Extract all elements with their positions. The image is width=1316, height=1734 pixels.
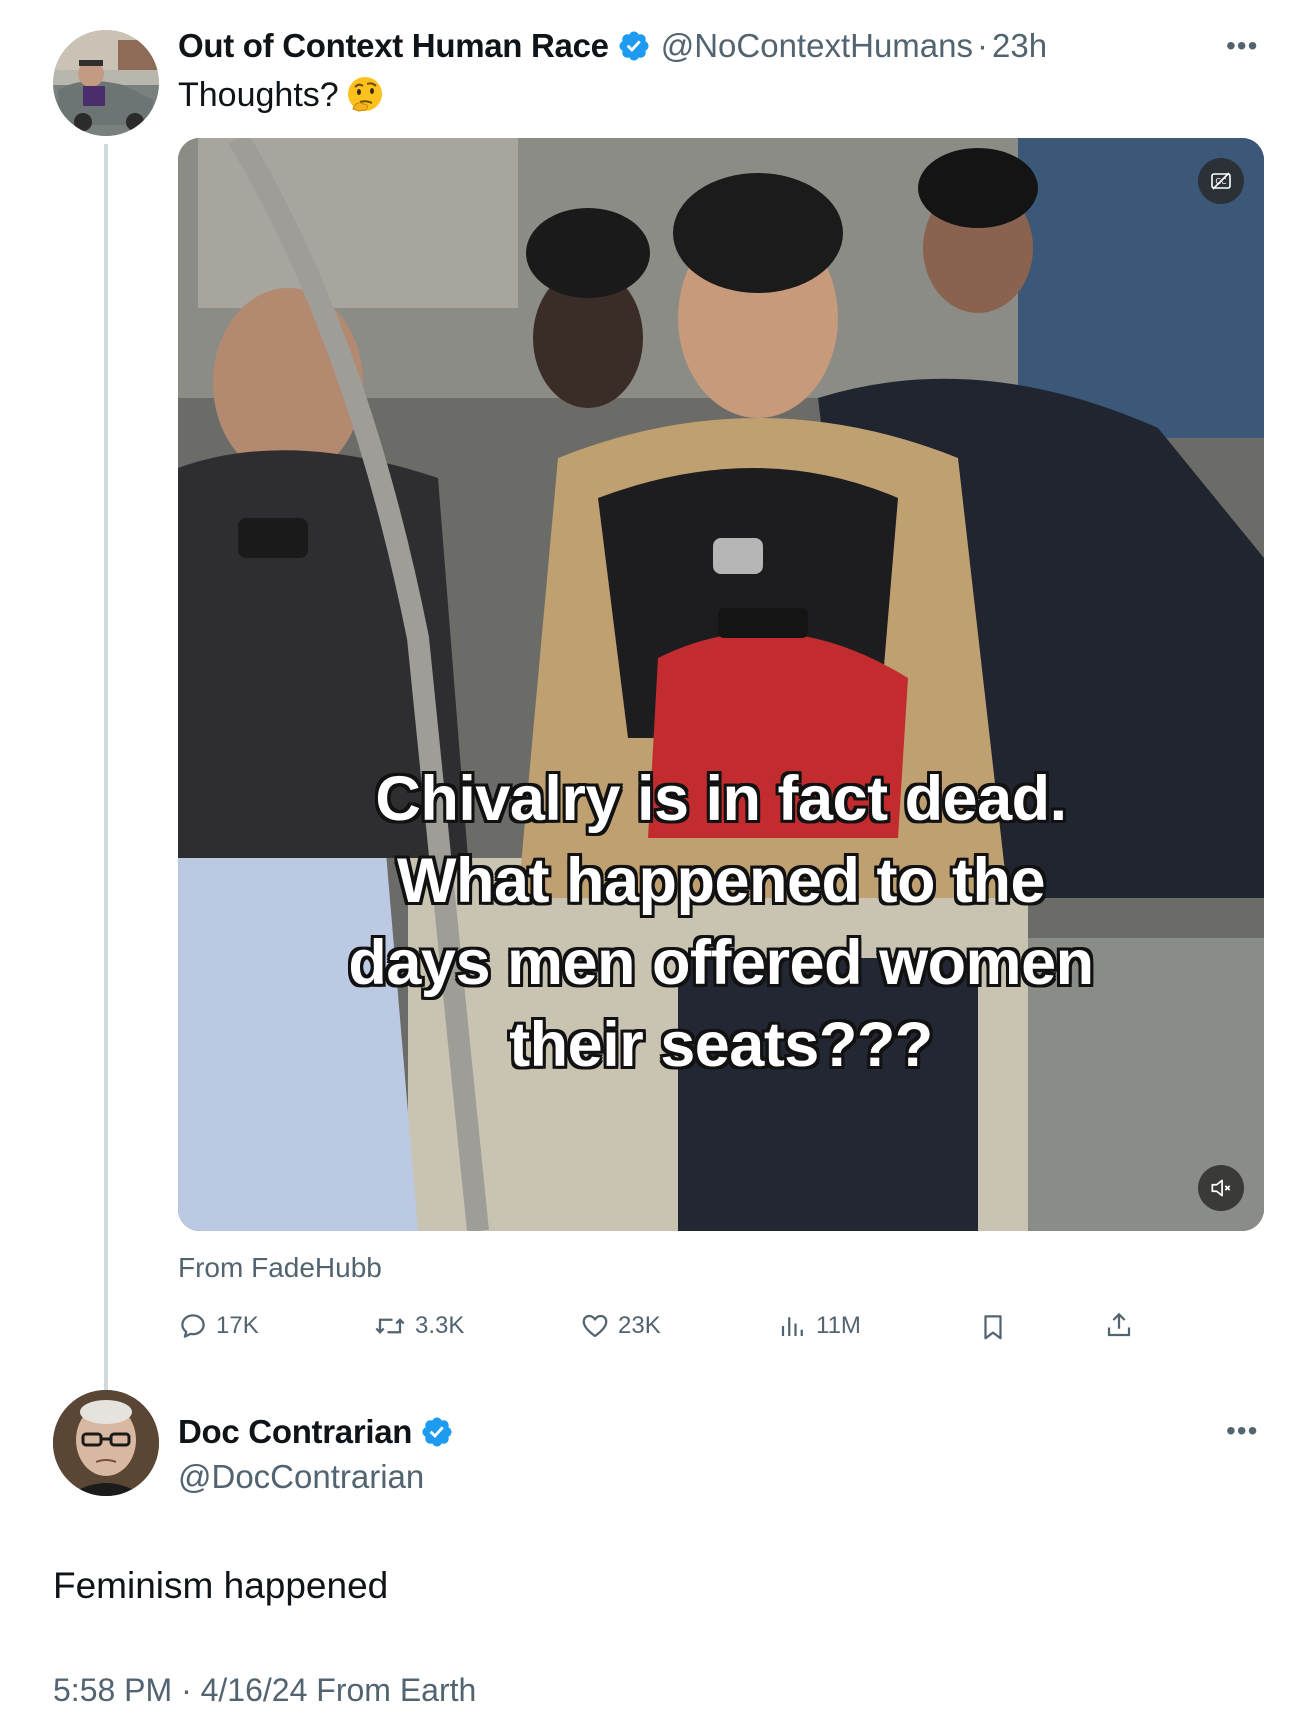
post-timestamp[interactable]: 5:58 PM · 4/16/24 From Earth	[53, 1672, 476, 1709]
repost-count: 3.3K	[415, 1312, 465, 1339]
caption-line: What happened to the	[397, 846, 1045, 916]
display-name[interactable]: Doc Contrarian	[178, 1413, 412, 1451]
original-tweet-text: Thoughts?	[178, 72, 385, 118]
tweet-text: Thoughts?	[178, 75, 339, 114]
captions-button[interactable]: CC	[1198, 158, 1244, 204]
tweet-video[interactable]: Chivalry is in fact dead. What happened …	[178, 138, 1264, 1231]
more-options-icon[interactable]: •••	[1226, 1415, 1258, 1447]
repost-icon	[375, 1318, 405, 1334]
avatar-image	[53, 30, 159, 136]
post-time[interactable]: 23h	[992, 27, 1047, 65]
handle[interactable]: @DocContrarian	[178, 1458, 424, 1496]
tweet-action-bar: 17K 3.3K 23K 11M	[178, 1303, 1158, 1351]
avatar-nocontexthumans[interactable]	[53, 30, 159, 136]
reply-icon	[181, 1314, 205, 1338]
thread-connector-line	[104, 144, 108, 1394]
caption-line: days men offered women	[348, 928, 1094, 998]
share-button[interactable]	[1104, 1309, 1142, 1341]
reply-button[interactable]: 17K	[178, 1311, 259, 1341]
verified-badge-icon	[619, 31, 649, 61]
display-name[interactable]: Out of Context Human Race	[178, 27, 609, 65]
media-source-attribution[interactable]: From FadeHubb	[178, 1252, 382, 1284]
like-button[interactable]: 23K	[580, 1311, 661, 1341]
reply-tweet-text: Feminism happened	[53, 1565, 389, 1606]
caption-line: Chivalry is in fact dead.	[375, 764, 1067, 834]
captions-icon: CC	[1211, 172, 1231, 190]
verified-badge-icon	[422, 1417, 452, 1447]
bookmark-icon	[984, 1315, 1002, 1340]
mute-toggle-button[interactable]	[1198, 1165, 1244, 1211]
avatar-doccontrarian[interactable]	[53, 1390, 159, 1496]
like-count: 23K	[618, 1312, 661, 1339]
repost-button[interactable]: 3.3K	[373, 1311, 464, 1341]
bookmark-button[interactable]	[978, 1311, 1016, 1343]
video-caption: Chivalry is in fact dead. What happened …	[178, 758, 1264, 1086]
avatar-image	[53, 1390, 159, 1496]
views-bar-chart-icon	[781, 1317, 803, 1336]
muted-speaker-icon	[1211, 1179, 1231, 1197]
handle[interactable]: @NoContextHumans	[661, 27, 973, 65]
view-count: 11M	[816, 1312, 861, 1339]
views-button[interactable]: 11M	[778, 1311, 861, 1341]
reply-tweet-header: Doc Contrarian	[178, 1410, 464, 1454]
caption-line: their seats???	[509, 1010, 933, 1080]
reply-count: 17K	[216, 1312, 259, 1339]
share-icon	[1107, 1312, 1131, 1337]
more-options-icon[interactable]: •••	[1226, 30, 1258, 62]
heart-icon	[582, 1314, 608, 1338]
thinking-face-icon	[347, 77, 382, 112]
separator-dot: ·	[977, 27, 988, 64]
original-tweet-header: Out of Context Human Race @NoContextHuma…	[178, 24, 1047, 68]
